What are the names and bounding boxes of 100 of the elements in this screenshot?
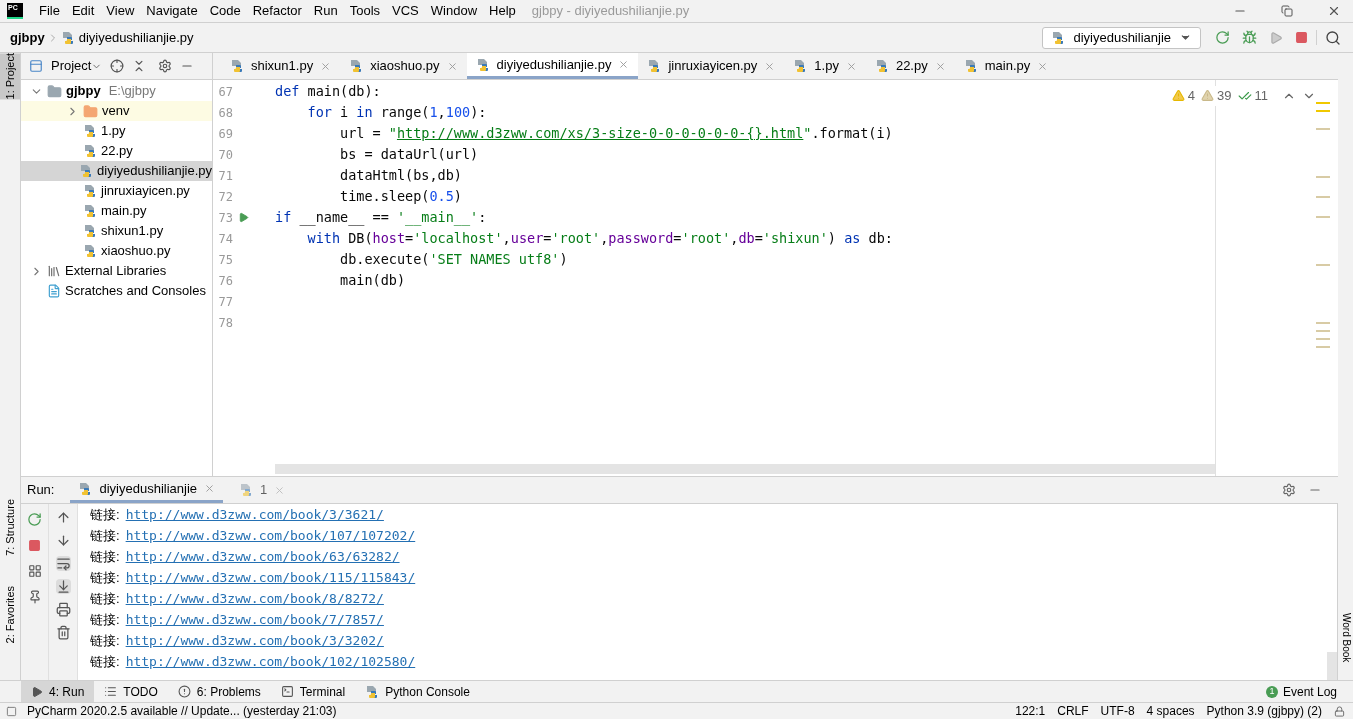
search-icon[interactable]: [1325, 29, 1341, 46]
inspection-count[interactable]: 39: [1201, 86, 1232, 106]
pin-icon[interactable]: [27, 590, 42, 604]
tool-window-tab[interactable]: 2: Favorites: [0, 586, 20, 644]
menu-item[interactable]: File: [33, 1, 66, 21]
tree-item[interactable]: diyiyedushilianjie.py: [21, 161, 212, 181]
menu-item[interactable]: Run: [307, 1, 344, 21]
rerun-icon[interactable]: [27, 512, 42, 527]
arrow-up-icon[interactable]: [55, 510, 71, 525]
run-configuration-dropdown[interactable]: diyiyedushilianjie: [1042, 26, 1201, 49]
tree-item[interactable]: jinruxiayicen.py: [21, 181, 212, 201]
output-link[interactable]: http://www.d3zww.com/book/107/107202/: [125, 525, 416, 546]
menu-item[interactable]: Refactor: [246, 1, 308, 21]
status-item[interactable]: Python 3.9 (gjbpy) (2): [1206, 702, 1322, 719]
tree-item[interactable]: xiaoshuo.py: [21, 241, 212, 261]
locate-icon[interactable]: [110, 59, 125, 73]
output-link[interactable]: http://www.d3zww.com/book/63/63282/: [125, 546, 400, 567]
close-tab-icon[interactable]: [320, 60, 332, 72]
status-item[interactable]: UTF-8: [1100, 702, 1135, 719]
menu-item[interactable]: Help: [483, 1, 522, 21]
output-label: 链接:: [90, 526, 120, 545]
vertical-scrollbar[interactable]: [1327, 652, 1337, 680]
settings-icon[interactable]: [158, 59, 173, 73]
project-view-selector[interactable]: Project: [51, 56, 92, 76]
close-tab-icon[interactable]: [934, 60, 946, 72]
tool-window-tab[interactable]: 4: Run: [21, 681, 95, 702]
tool-windows-toggle-icon[interactable]: [6, 705, 17, 717]
restore-icon[interactable]: [1281, 5, 1293, 17]
menu-item[interactable]: VCS: [386, 1, 425, 21]
output-link[interactable]: http://www.d3zww.com/book/3/3202/: [125, 630, 384, 651]
status-item[interactable]: 4 spaces: [1146, 702, 1195, 719]
close-tab-icon[interactable]: [618, 59, 630, 70]
tool-window-tab[interactable]: Terminal: [270, 681, 356, 702]
rerun-icon[interactable]: [1215, 30, 1230, 45]
tool-window-tab[interactable]: TODO: [94, 681, 168, 702]
menu-item[interactable]: View: [100, 1, 141, 21]
breadcrumb-item[interactable]: gjbpy: [10, 27, 45, 48]
trash-icon[interactable]: [55, 625, 71, 640]
inspection-count[interactable]: 11: [1237, 86, 1268, 106]
editor-tab[interactable]: jinruxiayicen.py: [638, 53, 785, 79]
close-icon[interactable]: [1327, 4, 1341, 18]
python-file-icon: [83, 244, 97, 258]
stop-icon[interactable]: [28, 539, 41, 552]
status-message[interactable]: PyCharm 2020.2.5 available // Update... (yesterday 21:03): [27, 702, 337, 719]
status-item[interactable]: 122:1: [1015, 702, 1046, 719]
editor-tab[interactable]: 22.py: [865, 53, 955, 79]
stop-icon[interactable]: [1295, 31, 1308, 44]
scroll-to-end-icon[interactable]: [55, 579, 71, 594]
tree-item[interactable]: Scratches and Consoles: [21, 281, 212, 301]
inspection-count[interactable]: 4: [1171, 86, 1196, 106]
tool-window-tab[interactable]: 7: Structure: [0, 499, 20, 557]
tree-item[interactable]: gjbpy E:\gjbpy: [21, 81, 212, 101]
status-item[interactable]: CRLF: [1057, 702, 1089, 719]
tool-window-tab[interactable]: Python Console: [355, 681, 480, 702]
editor-tab[interactable]: diyiyedushilianjie.py: [466, 53, 639, 79]
output-link[interactable]: http://www.d3zww.com/book/102/102580/: [125, 651, 416, 672]
output-link[interactable]: http://www.d3zww.com/book/8/8272/: [125, 588, 384, 609]
menu-item[interactable]: Window: [424, 1, 484, 21]
menu-item[interactable]: Edit: [65, 1, 101, 21]
editor-tab[interactable]: main.py: [954, 53, 1058, 79]
editor-tab[interactable]: shixun1.py: [221, 53, 341, 79]
close-tab-icon[interactable]: [764, 60, 776, 72]
soft-wrap-icon[interactable]: [55, 556, 71, 571]
warning-icon: [1171, 89, 1185, 103]
menu-item[interactable]: Code: [203, 1, 247, 21]
lock-icon[interactable]: [1334, 705, 1345, 717]
tree-item[interactable]: 1.py: [21, 121, 212, 141]
close-tab-icon[interactable]: [1037, 60, 1049, 72]
output-link[interactable]: http://www.d3zww.com/book/7/7857/: [125, 609, 384, 630]
tool-window-tab[interactable]: 6: Problems: [167, 681, 271, 702]
editor-tab[interactable]: xiaoshuo.py: [340, 53, 467, 79]
output-link[interactable]: http://www.d3zww.com/book/3/3621/: [125, 504, 384, 525]
editor-tab[interactable]: 1.py: [784, 53, 866, 79]
arrow-down-icon[interactable]: [55, 533, 71, 548]
printer-icon[interactable]: [55, 602, 71, 617]
run-gutter-icon[interactable]: [237, 212, 249, 223]
tree-item[interactable]: shixun1.py: [21, 221, 212, 241]
tree-item[interactable]: main.py: [21, 201, 212, 221]
tree-label: venv: [102, 102, 130, 121]
run-tab[interactable]: 1: [231, 477, 294, 503]
tree-item[interactable]: venv: [21, 101, 212, 121]
tree-item[interactable]: External Libraries: [21, 261, 212, 281]
horizontal-scrollbar[interactable]: [275, 464, 1215, 474]
breadcrumb-item[interactable]: diyiyedushilianjie.py: [78, 27, 194, 48]
menu-item[interactable]: Navigate: [140, 1, 204, 21]
tool-window-tab[interactable]: Word Book: [1339, 613, 1352, 663]
close-tab-icon[interactable]: [204, 483, 216, 494]
output-link[interactable]: http://www.d3zww.com/book/115/115843/: [125, 567, 416, 588]
bug-icon[interactable]: [1242, 30, 1257, 45]
layout-icon[interactable]: [27, 564, 42, 578]
tool-window-tab[interactable]: 1: Project: [0, 53, 20, 100]
run-coverage-icon[interactable]: [1269, 30, 1283, 45]
settings-icon[interactable]: [1282, 483, 1296, 497]
close-tab-icon[interactable]: [446, 60, 458, 72]
code-line: db.execute('SET NAMES utf8'): [339, 250, 568, 269]
close-tab-icon[interactable]: [845, 60, 857, 72]
tree-item[interactable]: 22.py: [21, 141, 212, 161]
line-number: 76: [217, 272, 233, 290]
event-log-button[interactable]: 1 Event Log: [1265, 682, 1337, 701]
menu-item[interactable]: Tools: [343, 1, 387, 21]
